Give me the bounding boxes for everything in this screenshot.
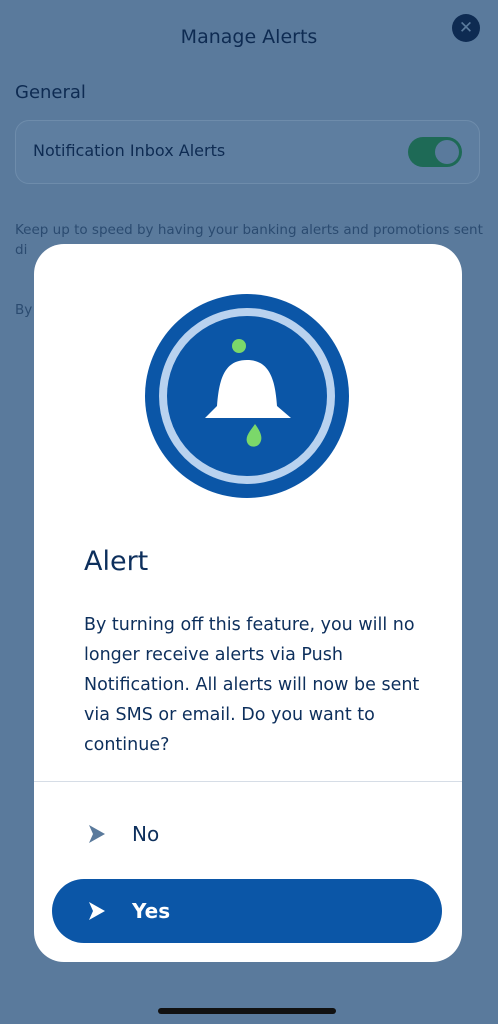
dialog-message: By turning off this feature, you will no…: [84, 615, 420, 755]
bell-badge: [145, 294, 349, 498]
yes-button-label: Yes: [132, 899, 171, 923]
notification-inbox-alerts-toggle[interactable]: [408, 137, 462, 167]
close-button[interactable]: ✕: [452, 14, 480, 42]
no-button-label: No: [132, 822, 160, 846]
bell-icon: [205, 339, 291, 447]
notification-inbox-alerts-row: Notification Inbox Alerts: [15, 120, 480, 184]
dialog-divider: [34, 781, 462, 782]
home-indicator: [158, 1008, 336, 1014]
dialog-title: Alert: [84, 546, 149, 577]
toggle-knob: [435, 140, 459, 164]
yes-button[interactable]: Yes: [52, 879, 442, 943]
notification-inbox-alerts-label: Notification Inbox Alerts: [33, 141, 226, 160]
arrow-right-icon: [89, 825, 105, 843]
close-icon: ✕: [458, 17, 474, 38]
no-button[interactable]: No: [52, 808, 442, 860]
arrow-right-icon: [89, 902, 105, 920]
alert-dialog: Alert By turning off this feature, you w…: [34, 244, 462, 962]
page-title: Manage Alerts: [180, 26, 318, 48]
section-title-general: General: [15, 82, 86, 103]
alerts-footnote: By: [15, 302, 33, 318]
